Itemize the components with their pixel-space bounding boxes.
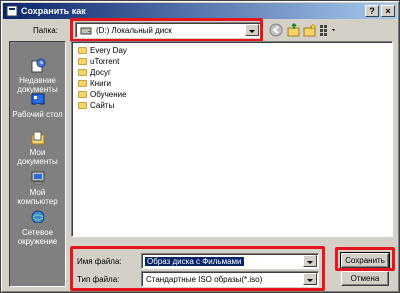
list-item[interactable]: Досуг [78,68,111,79]
places-desktop[interactable]: Рабочий стол [10,92,65,119]
close-button[interactable]: × [381,5,395,17]
local-disk-icon [80,27,92,35]
my-documents-icon [31,131,44,145]
filetype-value: Стандартные ISO образы(*.iso) [146,275,263,284]
places-recent-documents[interactable]: Недавние документы [10,58,65,94]
filename-value: Образ диска с Фильмами [145,257,244,266]
chevron-down-icon[interactable] [303,255,317,267]
places-my-documents-label: Мои документы [17,148,58,166]
filetype-label: Тип файла: [77,275,120,284]
chevron-down-icon[interactable] [303,273,317,285]
folder-icon [78,80,87,87]
cancel-button[interactable]: Отмена [341,271,389,286]
folder-value: (D:) Локальный диск [96,26,172,35]
save-button[interactable]: Сохранить [340,252,390,269]
places-network-label: Сетевое окружение [17,228,58,246]
folder-icon [78,58,87,65]
title-bar[interactable]: Сохранить как ? × [3,3,397,19]
filename-label: Имя файла: [77,257,122,266]
list-item[interactable]: uTorrent [78,57,119,68]
chevron-down-icon[interactable] [245,24,259,36]
folder-label: Папка: [33,26,58,35]
save-as-dialog: Сохранить как ? × Папка: (D:) Локальный … [0,0,400,293]
list-item[interactable]: Every Day [78,46,127,57]
file-list[interactable]: Every Day uTorrent Досуг Книги Обучение … [71,41,393,237]
desktop-icon [31,93,44,106]
window-title: Сохранить как [21,6,86,16]
list-item[interactable]: Книги [78,79,111,90]
places-desktop-label: Рабочий стол [12,110,63,119]
folder-icon [78,102,87,109]
list-item[interactable]: Сайты [78,101,114,112]
list-item[interactable]: Обучение [78,90,127,101]
network-icon [31,210,44,225]
back-icon[interactable] [269,23,283,37]
recent-documents-icon [31,58,45,73]
places-network[interactable]: Сетевое окружение [10,210,65,246]
my-computer-icon [31,171,44,185]
places-my-computer-label: Мой компьютер [17,188,58,206]
filename-input[interactable]: Образ диска с Фильмами [141,253,319,269]
places-my-documents[interactable]: Мои документы [10,130,65,166]
places-bar: Недавние документы Рабочий стол Мои доку… [9,41,66,287]
help-button[interactable]: ? [365,5,379,17]
folder-icon [78,91,87,98]
new-folder-icon[interactable] [303,23,317,37]
view-menu-icon[interactable] [319,23,339,37]
folder-icon [78,47,87,54]
window-icon [6,5,18,17]
filetype-dropdown[interactable]: Стандартные ISO образы(*.iso) [141,271,319,287]
folder-icon [78,69,87,76]
folder-dropdown[interactable]: (D:) Локальный диск [75,22,261,38]
up-folder-icon[interactable] [287,23,301,37]
places-my-computer[interactable]: Мой компьютер [10,170,65,206]
